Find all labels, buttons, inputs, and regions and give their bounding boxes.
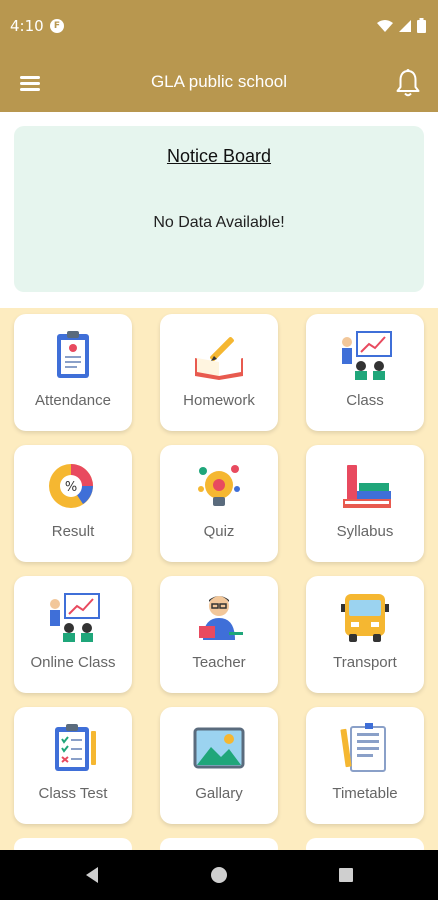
tile-homework[interactable]: Homework xyxy=(160,314,278,431)
notice-board-card: Notice Board No Data Available! xyxy=(14,126,424,292)
tile-quiz[interactable]: Quiz xyxy=(160,445,278,562)
quiz-icon xyxy=(198,465,240,506)
gallery-icon xyxy=(193,727,245,769)
wifi-icon xyxy=(377,19,393,32)
system-nav-bar xyxy=(0,850,438,900)
tile-transport[interactable]: Transport xyxy=(306,576,424,693)
homework-icon xyxy=(195,337,243,380)
tile-label: Attendance xyxy=(35,392,111,409)
status-indicators xyxy=(377,18,426,33)
notice-section: Notice Board No Data Available! xyxy=(0,112,438,308)
tile-label: Gallary xyxy=(195,785,243,802)
tile-label: Class xyxy=(346,392,384,409)
notice-empty-message: No Data Available! xyxy=(153,214,285,231)
transport-icon xyxy=(341,594,389,642)
tile-label: Timetable xyxy=(332,785,398,802)
status-time: 4:10 xyxy=(10,17,44,35)
tile-attendance[interactable]: Attendance xyxy=(14,314,132,431)
tile-result[interactable]: % Result xyxy=(14,445,132,562)
notice-board-title: Notice Board xyxy=(166,146,272,166)
status-bar: 4:10 F xyxy=(0,0,438,56)
tile-label: Result xyxy=(51,523,95,540)
next-tile-row xyxy=(14,838,424,850)
app-title: GLA public school xyxy=(150,72,288,91)
tile-gallery[interactable]: Gallary xyxy=(160,707,278,824)
tile-label: Syllabus xyxy=(336,523,394,540)
back-icon[interactable] xyxy=(82,865,102,885)
class-icon xyxy=(342,331,392,380)
tile-label: Teacher xyxy=(192,654,246,671)
home-icon[interactable] xyxy=(209,865,229,885)
battery-icon xyxy=(417,18,426,33)
class-test-icon xyxy=(55,724,96,771)
svg-text:%: % xyxy=(65,480,77,495)
teacher-icon xyxy=(199,596,243,640)
tile-teacher[interactable]: Teacher xyxy=(160,576,278,693)
feature-grid: Attendance Homework Class % Result Quiz … xyxy=(14,314,424,824)
attendance-icon xyxy=(57,331,89,378)
online-class-icon xyxy=(50,593,100,642)
app-bar: GLA public school xyxy=(0,56,438,112)
tile-class-test[interactable]: Class Test xyxy=(14,707,132,824)
timetable-icon xyxy=(340,723,386,772)
tile-syllabus[interactable]: Syllabus xyxy=(306,445,424,562)
tile-label: Class Test xyxy=(38,785,108,802)
tile-label: Transport xyxy=(333,654,397,671)
tile-class[interactable]: Class xyxy=(306,314,424,431)
tile-label: Homework xyxy=(183,392,255,409)
tile-label: Online Class xyxy=(30,654,116,671)
tile-online-class[interactable]: Online Class xyxy=(14,576,132,693)
tile-label: Quiz xyxy=(203,523,235,540)
signal-icon xyxy=(399,19,411,32)
app-notification-icon: F xyxy=(50,19,64,33)
recents-icon[interactable] xyxy=(336,865,356,885)
bell-icon[interactable] xyxy=(394,68,422,98)
syllabus-icon xyxy=(343,465,391,508)
result-icon: % xyxy=(49,464,93,508)
tile-timetable[interactable]: Timetable xyxy=(306,707,424,824)
